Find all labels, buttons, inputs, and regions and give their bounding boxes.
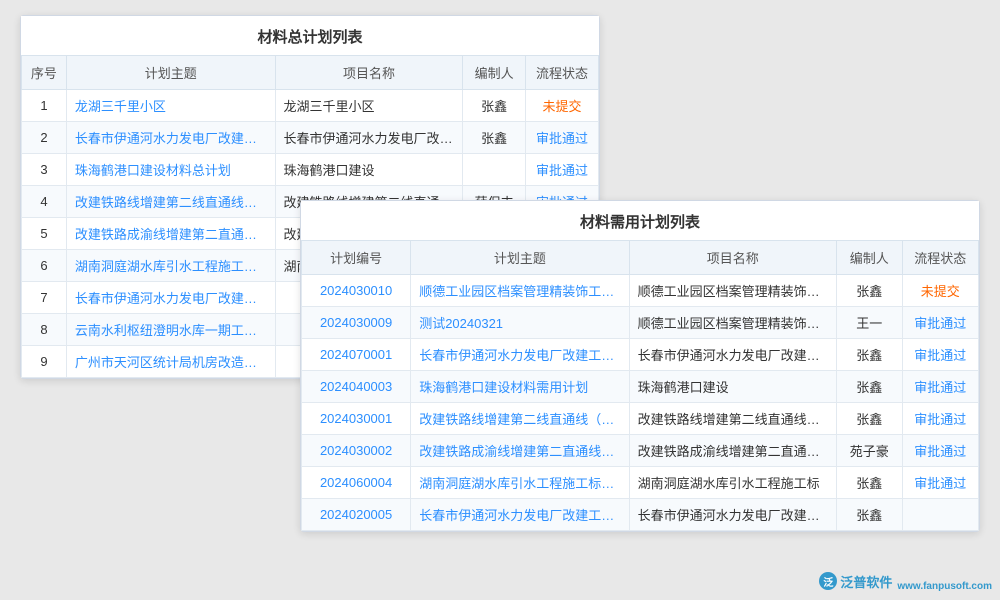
cell-status: 审批通过: [525, 122, 598, 154]
cell-project2: 改建铁路线增建第二线直通线（成都...: [629, 403, 836, 435]
cell-theme2[interactable]: 测试20240321: [411, 307, 629, 339]
cell-theme[interactable]: 长春市伊通河水力发电厂改建工程合同材料...: [66, 122, 275, 154]
cell-editor2: 张鑫: [837, 339, 903, 371]
col-status2: 流程状态: [902, 241, 978, 275]
cell-code[interactable]: 2024030010: [302, 275, 411, 307]
table-row: 2024070001 长春市伊通河水力发电厂改建工程合... 长春市伊通河水力发…: [302, 339, 979, 371]
table-row: 2024030002 改建铁路成渝线增建第二直通线（成... 改建铁路成渝线增建…: [302, 435, 979, 467]
cell-id: 1: [22, 90, 67, 122]
cell-theme[interactable]: 改建铁路成渝线增建第二直通线（成渝枢纽...: [66, 218, 275, 250]
cell-theme2[interactable]: 珠海鹤港口建设材料需用计划: [411, 371, 629, 403]
cell-id: 8: [22, 314, 67, 346]
cell-editor: 张鑫: [463, 90, 526, 122]
cell-status2: 未提交: [902, 275, 978, 307]
cell-code[interactable]: 2024040003: [302, 371, 411, 403]
cell-project: 龙湖三千里小区: [275, 90, 463, 122]
cell-theme[interactable]: 改建铁路线增建第二线直通线（成都-西安）...: [66, 186, 275, 218]
cell-theme[interactable]: 珠海鹤港口建设材料总计划: [66, 154, 275, 186]
cell-theme2[interactable]: 顺德工业园区档案管理精装饰工程（...: [411, 275, 629, 307]
cell-status: 审批通过: [525, 154, 598, 186]
cell-status: 未提交: [525, 90, 598, 122]
table-row: 2024030010 顺德工业园区档案管理精装饰工程（... 顺德工业园区档案管…: [302, 275, 979, 307]
cell-editor2: 王一: [837, 307, 903, 339]
cell-theme[interactable]: 湖南洞庭湖水库引水工程施工标材料总计划: [66, 250, 275, 282]
watermark-icon: 泛: [819, 572, 837, 590]
table2-data: 计划编号 计划主题 项目名称 编制人 流程状态 2024030010 顺德工业园…: [301, 240, 979, 531]
col-editor: 编制人: [463, 56, 526, 90]
material-needs-table: 材料需用计划列表 计划编号 计划主题 项目名称 编制人 流程状态 2024030…: [300, 200, 980, 532]
col-status: 流程状态: [525, 56, 598, 90]
cell-theme2[interactable]: 长春市伊通河水力发电厂改建工程材...: [411, 499, 629, 531]
cell-id: 4: [22, 186, 67, 218]
table2-title: 材料需用计划列表: [301, 201, 979, 240]
cell-theme2[interactable]: 长春市伊通河水力发电厂改建工程合...: [411, 339, 629, 371]
cell-status2: 审批通过: [902, 371, 978, 403]
cell-theme[interactable]: 云南水利枢纽澄明水库一期工程施工标材料...: [66, 314, 275, 346]
cell-theme2[interactable]: 改建铁路线增建第二线直通线（成都...: [411, 403, 629, 435]
table-row: 2024040003 珠海鹤港口建设材料需用计划 珠海鹤港口建设 张鑫 审批通过: [302, 371, 979, 403]
cell-code[interactable]: 2024030002: [302, 435, 411, 467]
table-row: 1 龙湖三千里小区 龙湖三千里小区 张鑫 未提交: [22, 90, 599, 122]
cell-status2: 审批通过: [902, 403, 978, 435]
table1-title: 材料总计划列表: [21, 16, 599, 55]
cell-theme[interactable]: 龙湖三千里小区: [66, 90, 275, 122]
cell-id: 5: [22, 218, 67, 250]
cell-editor2: 苑子豪: [837, 435, 903, 467]
cell-project2: 湖南洞庭湖水库引水工程施工标: [629, 467, 836, 499]
table2-header-row: 计划编号 计划主题 项目名称 编制人 流程状态: [302, 241, 979, 275]
table-row: 2024020005 长春市伊通河水力发电厂改建工程材... 长春市伊通河水力发…: [302, 499, 979, 531]
cell-theme[interactable]: 长春市伊通河水力发电厂改建工程材料总计划: [66, 282, 275, 314]
cell-project2: 顺德工业园区档案管理精装饰工程（...: [629, 275, 836, 307]
cell-project2: 长春市伊通河水力发电厂改建工程: [629, 339, 836, 371]
cell-status2: 审批通过: [902, 467, 978, 499]
cell-id: 9: [22, 346, 67, 378]
cell-editor2: 张鑫: [837, 467, 903, 499]
cell-editor2: 张鑫: [837, 371, 903, 403]
table1-header-row: 序号 计划主题 项目名称 编制人 流程状态: [22, 56, 599, 90]
cell-editor2: 张鑫: [837, 499, 903, 531]
table-row: 2024030009 测试20240321 顺德工业园区档案管理精装饰工程（..…: [302, 307, 979, 339]
cell-status2: 审批通过: [902, 435, 978, 467]
cell-status2: 审批通过: [902, 339, 978, 371]
cell-project2: 改建铁路成渝线增建第二直通线（成...: [629, 435, 836, 467]
watermark: 泛 泛普软件 www.fanpusoft.com: [819, 570, 992, 592]
cell-editor2: 张鑫: [837, 403, 903, 435]
cell-project2: 顺德工业园区档案管理精装饰工程（...: [629, 307, 836, 339]
table-row: 2024060004 湖南洞庭湖水库引水工程施工标材... 湖南洞庭湖水库引水工…: [302, 467, 979, 499]
cell-project: 长春市伊通河水力发电厂改建工程: [275, 122, 463, 154]
col-project2: 项目名称: [629, 241, 836, 275]
col-theme: 计划主题: [66, 56, 275, 90]
cell-editor: 张鑫: [463, 122, 526, 154]
cell-theme2[interactable]: 改建铁路成渝线增建第二直通线（成...: [411, 435, 629, 467]
cell-editor2: 张鑫: [837, 275, 903, 307]
cell-code[interactable]: 2024070001: [302, 339, 411, 371]
cell-editor: [463, 154, 526, 186]
col-code: 计划编号: [302, 241, 411, 275]
col-id: 序号: [22, 56, 67, 90]
col-project: 项目名称: [275, 56, 463, 90]
cell-id: 2: [22, 122, 67, 154]
cell-project: 珠海鹤港口建设: [275, 154, 463, 186]
cell-project2: 长春市伊通河水力发电厂改建工程: [629, 499, 836, 531]
cell-theme[interactable]: 广州市天河区统计局机房改造项目材料总计划: [66, 346, 275, 378]
cell-code[interactable]: 2024030009: [302, 307, 411, 339]
col-editor2: 编制人: [837, 241, 903, 275]
cell-code[interactable]: 2024020005: [302, 499, 411, 531]
cell-project2: 珠海鹤港口建设: [629, 371, 836, 403]
cell-status2: 审批通过: [902, 307, 978, 339]
watermark-text: 泛普软件: [840, 572, 892, 591]
cell-status2: [902, 499, 978, 531]
cell-id: 6: [22, 250, 67, 282]
cell-code[interactable]: 2024030001: [302, 403, 411, 435]
table-row: 3 珠海鹤港口建设材料总计划 珠海鹤港口建设 审批通过: [22, 154, 599, 186]
table-row: 2 长春市伊通河水力发电厂改建工程合同材料... 长春市伊通河水力发电厂改建工程…: [22, 122, 599, 154]
cell-theme2[interactable]: 湖南洞庭湖水库引水工程施工标材...: [411, 467, 629, 499]
col-theme2: 计划主题: [411, 241, 629, 275]
table-row: 2024030001 改建铁路线增建第二线直通线（成都... 改建铁路线增建第二…: [302, 403, 979, 435]
cell-code[interactable]: 2024060004: [302, 467, 411, 499]
cell-id: 3: [22, 154, 67, 186]
cell-id: 7: [22, 282, 67, 314]
watermark-subtext: www.fanpusoft.com: [897, 570, 992, 592]
